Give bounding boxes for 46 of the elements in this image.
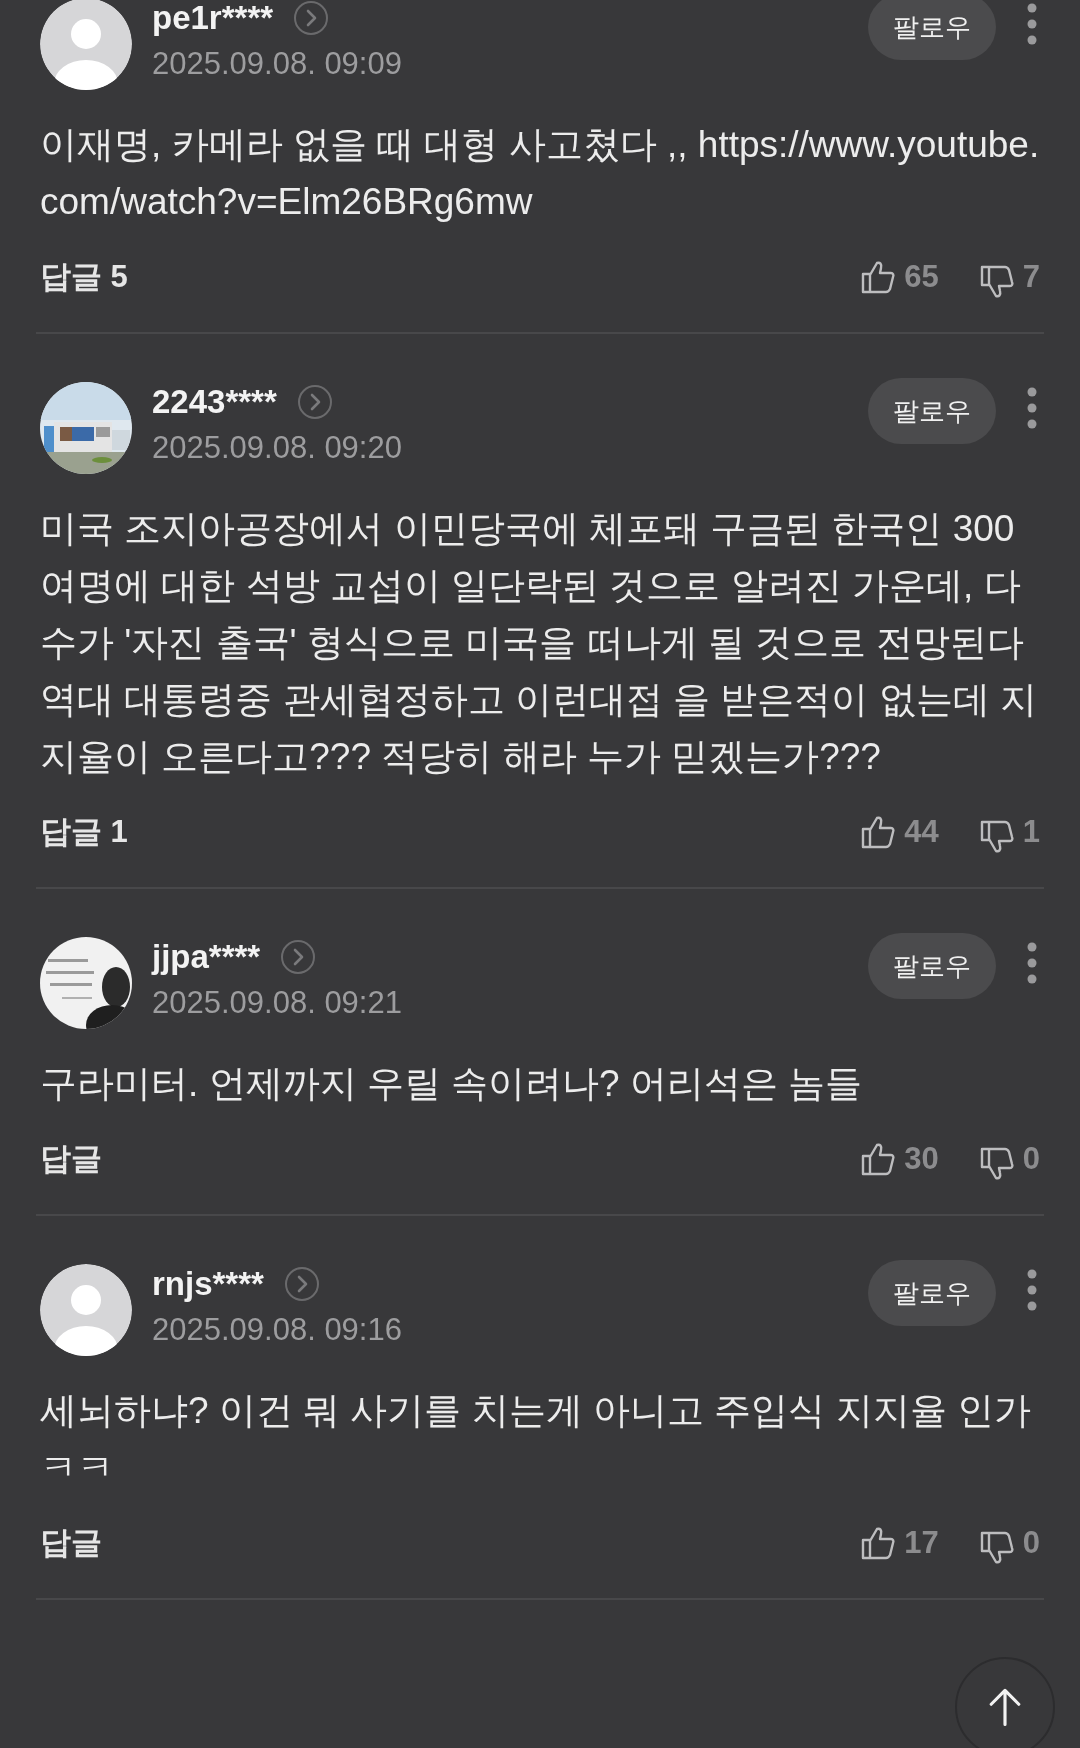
thumbs-up-icon[interactable] [860, 1525, 897, 1561]
follow-button[interactable]: 팔로우 [868, 0, 996, 60]
username[interactable]: pe1r**** [152, 0, 274, 37]
comment-text: 이재명, 카메라 없을 때 대형 사고쳤다 ,, https://www.youtube.com/watch?v=Elm26BRg6mw [40, 123, 1040, 224]
like-count: 30 [904, 1141, 939, 1177]
avatar-icon [40, 1264, 132, 1356]
comment-date: 2025.09.08. 09:09 [152, 46, 403, 82]
more-icon[interactable] [1026, 941, 1038, 985]
thumbs-down-icon[interactable] [978, 1146, 1015, 1182]
comment-date: 2025.09.08. 09:16 [152, 1312, 403, 1348]
username[interactable]: jjpa**** [152, 938, 261, 976]
chevron-right-icon[interactable] [280, 939, 317, 975]
dislike-count: 7 [1022, 259, 1040, 295]
like-count: 17 [904, 1525, 939, 1561]
follow-button[interactable]: 팔로우 [868, 378, 996, 444]
comment-text: 세뇌하냐? 이건 뭐 사기를 치는게 아니고 주입식 지지율 인가 ㅋㅋ [40, 1389, 1032, 1490]
reply-link[interactable]: 답글 [40, 1522, 102, 1564]
comment-date: 2025.09.08. 09:20 [152, 430, 403, 466]
chevron-right-icon[interactable] [296, 384, 333, 420]
thumbs-up-icon[interactable] [860, 1141, 897, 1177]
chevron-right-icon[interactable] [283, 1266, 320, 1302]
dislike-count: 1 [1022, 814, 1040, 850]
reply-link[interactable]: 답글 5 [40, 256, 128, 298]
avatar-icon [40, 0, 132, 90]
thumbs-down-icon[interactable] [978, 819, 1015, 855]
dislike-count: 0 [1022, 1525, 1040, 1561]
dislike-count: 0 [1022, 1141, 1040, 1177]
thumbs-up-icon[interactable] [860, 259, 897, 295]
more-icon[interactable] [1026, 1268, 1038, 1312]
follow-button[interactable]: 팔로우 [868, 933, 996, 999]
reply-link[interactable]: 답글 [40, 1138, 102, 1180]
thumbs-down-icon[interactable] [978, 1530, 1015, 1566]
like-count: 44 [904, 814, 939, 850]
thumbs-up-icon[interactable] [860, 814, 897, 850]
more-icon[interactable] [1026, 386, 1038, 430]
comment-text: 미국 조지아공장에서 이민당국에 체포돼 구금된 한국인 300여명에 대한 석방 교섭이 일단락된 것으로 알려진 가운데, 다수가 '자진 출국' 형식으로 미국을 떠나게 될 것으로 전망된다 역대 대통령중 관세협정하고 이런대접 을 받은적이 없는데 지지율이 오른다고??? 적당히 해라 누가 믿겠는가??? [40, 507, 1038, 779]
reply-link[interactable]: 답글 1 [40, 811, 128, 853]
chevron-right-icon[interactable] [293, 0, 330, 36]
thumbs-down-icon[interactable] [978, 264, 1015, 300]
follow-button[interactable]: 팔로우 [868, 1260, 996, 1326]
like-count: 65 [904, 259, 939, 295]
username[interactable]: 2243**** [152, 383, 277, 421]
comment-date: 2025.09.08. 09:21 [152, 985, 403, 1021]
comment-text: 구라미터. 언제까지 우릴 속이려나? 어리석은 놈들 [40, 1062, 864, 1106]
more-icon[interactable] [1026, 2, 1038, 46]
username[interactable]: rnjs**** [152, 1265, 264, 1303]
